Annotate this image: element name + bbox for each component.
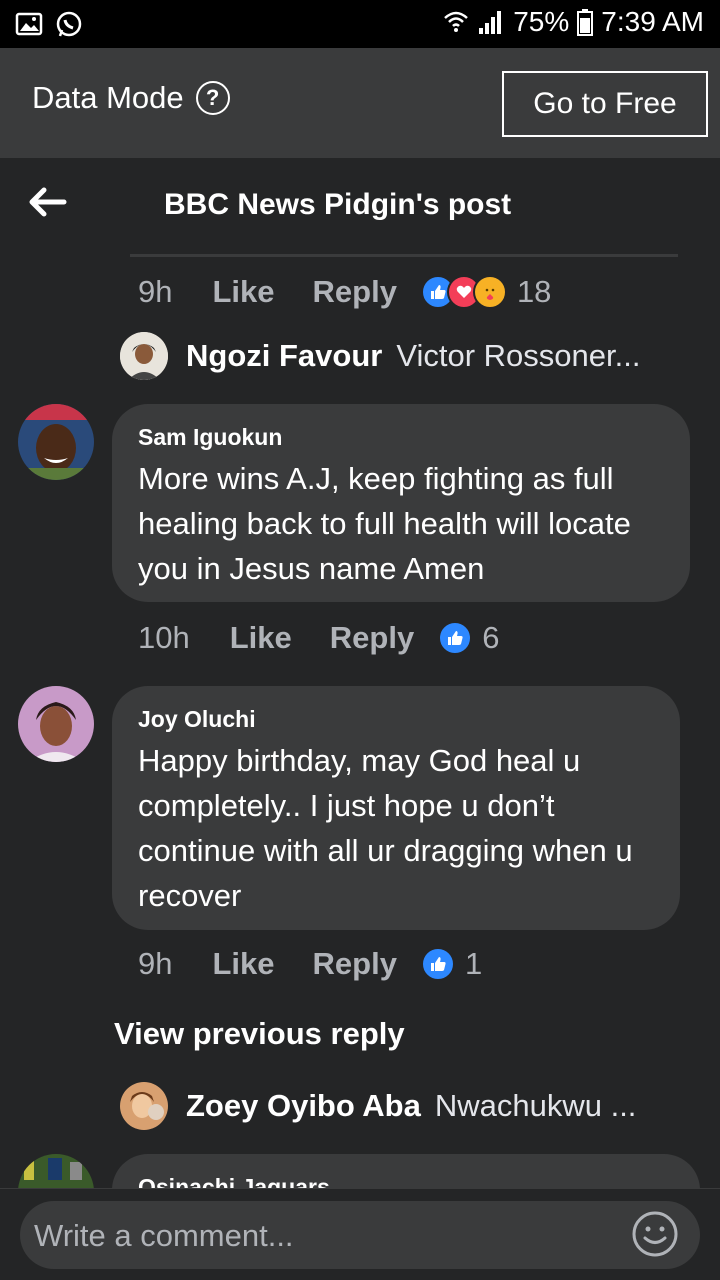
reaction-count: 1 bbox=[464, 946, 483, 981]
reply-snippet: Nwachukwu ... bbox=[434, 1088, 637, 1123]
post-header: BBC News Pidgin's post bbox=[0, 158, 720, 256]
like-icon bbox=[420, 947, 455, 981]
comment-author[interactable]: Sam Iguokun bbox=[138, 424, 282, 451]
avatar[interactable] bbox=[18, 686, 94, 762]
wifi-icon bbox=[444, 11, 469, 32]
comment-bubble[interactable]: Sam Iguokun More wins A.J, keep fighting… bbox=[112, 404, 690, 602]
reply-preview[interactable]: Zoey Oyibo Aba Nwachukwu ... bbox=[186, 1088, 636, 1124]
comment-time: 9h bbox=[138, 274, 173, 309]
reply-preview[interactable]: Ngozi Favour Victor Rossoner... bbox=[186, 338, 640, 374]
care-icon bbox=[472, 275, 507, 309]
gallery-icon bbox=[15, 12, 43, 36]
like-button[interactable]: Like bbox=[230, 620, 292, 656]
comment-text: Happy birthday, may God heal u completel… bbox=[138, 743, 633, 913]
data-mode-bar: Data Mode ? Go to Free bbox=[0, 48, 720, 158]
like-button[interactable]: Like bbox=[212, 946, 274, 982]
view-previous-reply-link[interactable]: View previous reply bbox=[114, 1016, 405, 1052]
battery-icon bbox=[577, 9, 594, 36]
clock: 7:39 AM bbox=[601, 6, 704, 37]
comment-meta: 10h Like Reply 6 bbox=[138, 620, 499, 656]
emoji-icon[interactable] bbox=[630, 1209, 680, 1259]
like-icon bbox=[438, 621, 473, 655]
back-arrow-icon[interactable] bbox=[26, 184, 70, 220]
avatar[interactable] bbox=[120, 332, 168, 380]
comments-feed[interactable]: 9h Like Reply 18 Ngozi Favour Victor Ros… bbox=[0, 256, 720, 1188]
reply-author[interactable]: Zoey Oyibo Aba bbox=[186, 1088, 421, 1124]
data-mode-label: Data Mode bbox=[32, 80, 184, 115]
battery-percent: 75% bbox=[513, 6, 570, 37]
comment-time: 10h bbox=[138, 620, 190, 655]
comment-bubble[interactable]: Joy Oluchi Happy birthday, may God heal … bbox=[112, 686, 680, 930]
reply-button[interactable]: Reply bbox=[330, 620, 414, 656]
comment-input[interactable]: Write a comment... bbox=[20, 1201, 700, 1269]
avatar[interactable] bbox=[18, 1154, 94, 1188]
divider bbox=[130, 254, 678, 257]
like-button[interactable]: Like bbox=[212, 274, 274, 310]
comment-text: More wins A.J, keep fighting as full hea… bbox=[138, 461, 631, 586]
comment-author[interactable]: Joy Oluchi bbox=[138, 706, 256, 733]
avatar[interactable] bbox=[120, 1082, 168, 1130]
comment-bubble[interactable]: Osinachi Jaguars bbox=[112, 1154, 700, 1188]
go-to-free-button[interactable]: Go to Free bbox=[502, 71, 708, 137]
comment-composer-bar: Write a comment... bbox=[0, 1188, 720, 1280]
comment-meta: 9h Like Reply 18 bbox=[138, 274, 551, 310]
reaction-count: 18 bbox=[516, 274, 552, 309]
reaction-count: 6 bbox=[482, 620, 500, 655]
reply-author[interactable]: Ngozi Favour bbox=[186, 338, 382, 374]
reply-button[interactable]: Reply bbox=[313, 274, 397, 310]
help-icon[interactable]: ? bbox=[195, 81, 230, 115]
avatar[interactable] bbox=[18, 404, 94, 480]
reply-button[interactable]: Reply bbox=[313, 946, 397, 982]
comment-author[interactable]: Osinachi Jaguars bbox=[138, 1174, 330, 1188]
comment-time: 9h bbox=[138, 946, 173, 981]
page-title: BBC News Pidgin's post bbox=[164, 188, 512, 221]
comment-placeholder: Write a comment... bbox=[34, 1218, 294, 1253]
status-bar: 75% 7:39 AM bbox=[0, 0, 720, 48]
signal-icon bbox=[479, 11, 502, 34]
data-mode-label-group: Data Mode ? bbox=[32, 80, 230, 116]
comment-meta: 9h Like Reply 1 bbox=[138, 946, 482, 982]
whatsapp-icon bbox=[56, 11, 82, 37]
reply-snippet: Victor Rossoner... bbox=[396, 338, 641, 373]
